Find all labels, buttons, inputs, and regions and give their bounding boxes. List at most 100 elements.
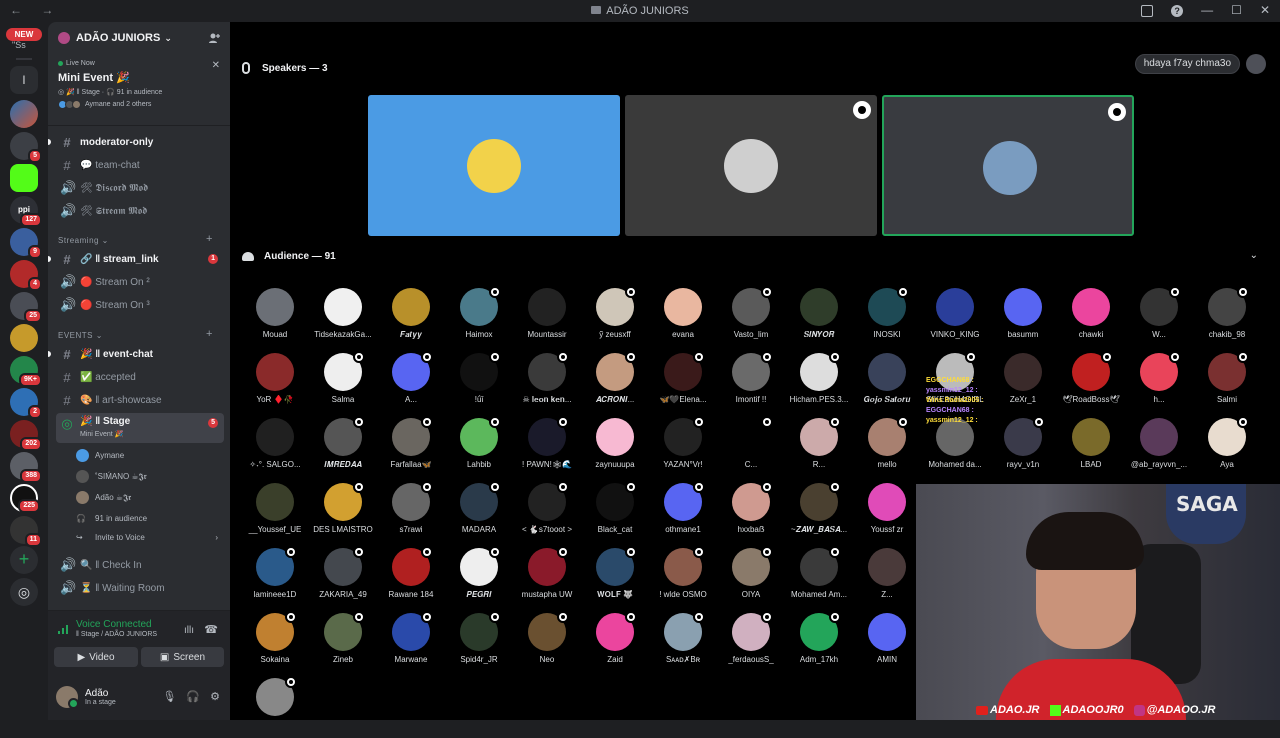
avatar[interactable] [1246, 54, 1266, 74]
audience-member[interactable]: ZAKARIA_49 [309, 546, 377, 608]
audience-member[interactable]: evana [649, 288, 717, 348]
audience-member[interactable]: YAZAN°Vr! [649, 416, 717, 478]
audience-member[interactable]: mello [853, 416, 921, 478]
plus-icon[interactable]: + [206, 328, 213, 340]
audience-member[interactable]: Z... [853, 548, 921, 608]
audience-member[interactable]: 𝑨𝑪𝑹𝑶𝑵𝑰... [581, 351, 649, 413]
disconnect-icon[interactable]: ☎ [204, 623, 218, 636]
audience-member[interactable]: Aya [1193, 416, 1261, 478]
server-icon-15[interactable]: 11 [10, 516, 42, 547]
audience-member[interactable]: MADARA [445, 481, 513, 543]
channel-accepted[interactable]: # ✅ accepted [56, 367, 224, 387]
channel-stream-link[interactable]: # 🔗 ǁ stream_link 1 [56, 249, 224, 269]
server-icon-11[interactable]: 2 [10, 388, 42, 419]
audience-member[interactable]: Salma [309, 351, 377, 413]
audience-member[interactable]: ✧˖°. SALGO... [241, 418, 309, 478]
kick-server-icon[interactable] [10, 164, 38, 192]
audience-member[interactable]: !ǘǐ [445, 351, 513, 413]
channel-stage[interactable]: ◎ 🎉 ǁ Stage Mini Event 🎉 5 [56, 413, 224, 443]
video-button[interactable]: ▶ Video [54, 647, 138, 667]
speaker-tile[interactable] [625, 95, 877, 236]
audience-member[interactable]: Farfallaa🦋 [377, 416, 445, 478]
channel-stream-mod[interactable]: 🔊 🛠 𝕾𝖙𝖗𝖊𝖆𝖒 𝕸𝖔𝖉 [56, 201, 224, 221]
audience-member[interactable]: Lahbib [445, 416, 513, 478]
audience-member[interactable]: Mohamed Am... [785, 546, 853, 608]
plus-icon[interactable]: + [206, 233, 213, 245]
audience-member[interactable]: 𝑭𝒂𝒕𝒚𝒚 [377, 288, 445, 348]
audience-member[interactable]: Salmi [1193, 351, 1261, 413]
audience-member[interactable]: A... [377, 351, 445, 413]
audience-member[interactable]: s7rawi [377, 481, 445, 543]
server-icon-9[interactable] [10, 324, 38, 352]
top-pill[interactable]: hdaya f7ay chma3o [1134, 54, 1240, 74]
server-icon-l[interactable]: l [10, 66, 38, 94]
audience-member[interactable]: @ab_rayvvn_... [1125, 418, 1193, 478]
server-header[interactable]: ADÃO JUNIORS ⌄ [48, 22, 230, 54]
server-icon-6[interactable]: 9 [10, 228, 42, 259]
audience-member[interactable]: 𝑺𝑰𝑵𝒀𝑶𝑹 [785, 288, 853, 348]
stage-user[interactable]: ˚SIḾANO ☕𝕵𝖗 [76, 467, 226, 486]
audience-member[interactable]: Imontif !! [717, 351, 785, 413]
channel-art-showcase[interactable]: # 🎨 ǁ art-showcase [56, 390, 224, 410]
channel-stream-on-2[interactable]: 🔊 🔴 Stream On ² [56, 272, 224, 292]
category-events[interactable]: EVENTS ⌄ + [58, 328, 212, 340]
audience-member[interactable]: TidsekazakGa... [309, 288, 377, 348]
audience-member[interactable]: Haimox [445, 286, 513, 348]
channel-team-chat[interactable]: # 💬 team-chat [56, 155, 224, 175]
noise-suppression-icon[interactable]: ıllı [184, 625, 194, 636]
maximize-button[interactable]: ☐ [1231, 3, 1242, 17]
audience-member[interactable]: Mountassir [513, 288, 581, 348]
audience-member[interactable]: VINKO_KING [921, 288, 989, 348]
screen-share-button[interactable]: ▣ Screen [141, 647, 224, 667]
discover-icon[interactable]: ◎ [10, 578, 38, 606]
stage-user[interactable]: Aymane [76, 446, 226, 465]
audience-member[interactable]: basumm [989, 288, 1057, 348]
headphones-icon[interactable]: 🎧 [186, 690, 200, 703]
audience-member[interactable]: DES LMAISTRO [309, 481, 377, 543]
audience-member[interactable]: Adm_17kh [785, 611, 853, 673]
live-event-card[interactable]: Live Now ✕ Mini Event 🎉 ◎ 🎉 ǁ Stage · 🎧 … [48, 54, 230, 126]
audience-member[interactable]: zaynuuupa [581, 418, 649, 478]
audience-member[interactable]: LBAD [1057, 418, 1125, 478]
audience-member[interactable]: AMIN [853, 613, 921, 673]
channel-stream-on-3[interactable]: 🔊 🔴 Stream On ³ [56, 295, 224, 315]
channel-moderator-only[interactable]: # moderator-only [56, 132, 224, 152]
inbox-icon[interactable] [1141, 5, 1154, 17]
audience-member[interactable]: Sokaina [241, 611, 309, 673]
audience-member[interactable]: hxxbaẞ [717, 481, 785, 543]
audience-member[interactable]: chawki [1057, 288, 1125, 348]
audience-member[interactable]: YoR ♦️🥀 [241, 353, 309, 413]
audience-member[interactable]: W... [1125, 286, 1193, 348]
audience-member[interactable]: R... [785, 416, 853, 478]
audience-member[interactable]: 𝑮𝒐𝒋𝒐 𝑺𝒂𝒕𝒐𝒓𝒖 [853, 353, 921, 413]
audience-member[interactable]: 🕊RoadBoss🕊 [1057, 351, 1125, 413]
category-streaming[interactable]: Streaming ⌄ + [58, 233, 212, 245]
audience-member[interactable]: Spid4r_JR [445, 611, 513, 673]
close-icon[interactable]: ✕ [212, 60, 220, 71]
audience-member[interactable]: chakib_98 [1193, 286, 1261, 348]
channel-check-in[interactable]: 🔊 🔍 ǁ Check In [56, 555, 224, 575]
microphone-icon[interactable]: 🎙 [162, 690, 176, 703]
audience-member[interactable]: ỹ zeusxff [581, 286, 649, 348]
audience-member[interactable]: 𝐖𝐎𝐋𝐅 🐺 [581, 546, 649, 608]
audience-member[interactable]: ~𝒁𝑨𝑾_𝑩𝑨𝑺𝑨... [785, 481, 853, 543]
stage-user[interactable]: Adão ☕𝕵𝖗 [76, 488, 226, 507]
channel-waiting-room[interactable]: 🔊 ⏳ ǁ Waiting Room [56, 578, 224, 598]
audience-member[interactable]: mustapha UW [513, 546, 581, 608]
help-icon[interactable]: ? [1171, 5, 1184, 17]
add-server-icon[interactable]: + [10, 546, 38, 574]
server-icon-2[interactable] [10, 100, 38, 128]
audience-member[interactable]: Zaid [581, 611, 649, 673]
audience-member[interactable]: Sᴀᴀᴅ✗Bʀ [649, 611, 717, 673]
speaker-tile[interactable] [368, 95, 620, 236]
audience-member[interactable]: 𝑰𝑴𝑹𝑬𝑫𝑨𝑨 [309, 416, 377, 478]
minimize-button[interactable]: — [1201, 3, 1213, 17]
audience-member[interactable]: Vasto_lim [717, 286, 785, 348]
server-icon-3[interactable]: 5 [10, 132, 42, 163]
server-icon-ppi[interactable]: ppi 127 [10, 196, 42, 227]
audience-member[interactable]: ☠ 𝐥𝐞𝐨𝐧 𝐤𝐞𝐧... [513, 351, 581, 413]
audience-member[interactable]: C... [717, 416, 785, 478]
audience-member[interactable]: Youssf zr [853, 483, 921, 543]
invite-people-icon[interactable] [208, 32, 220, 44]
speaker-tile-speaking[interactable] [882, 95, 1134, 236]
